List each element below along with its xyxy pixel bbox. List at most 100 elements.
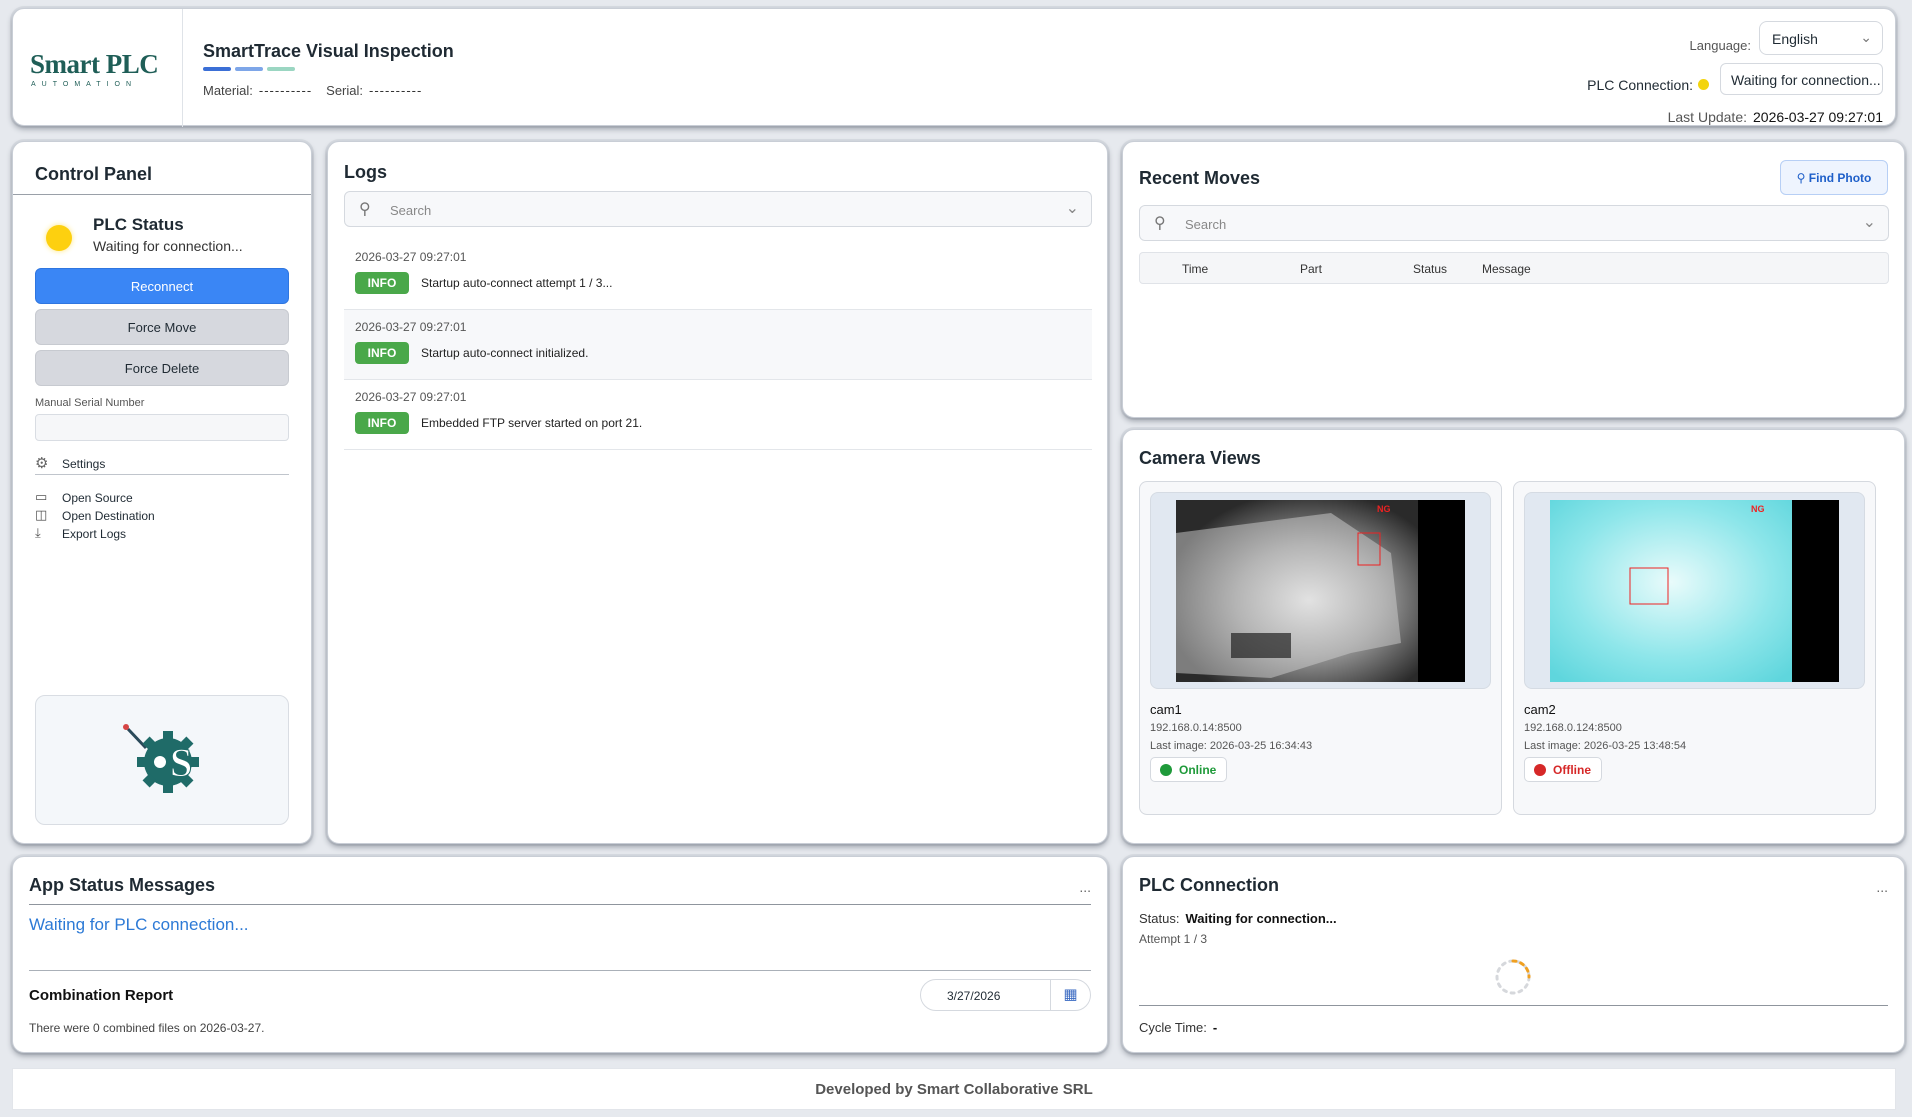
material-label: Material: <box>203 83 253 98</box>
log-message: Startup auto-connect attempt 1 / 3... <box>421 276 613 290</box>
offline-dot-icon <box>1534 764 1546 776</box>
plc-connection-status: Waiting for connection... <box>1720 63 1883 95</box>
moves-search-input[interactable]: ⚲ Search ⌄ <box>1139 205 1889 241</box>
column-header-status[interactable]: Status <box>1413 262 1447 276</box>
camera-frame: NG <box>1524 492 1865 689</box>
log-entry: 2026-03-27 09:27:01 INFO Embedded FTP se… <box>344 380 1092 450</box>
more-options-button[interactable]: ... <box>1876 879 1888 895</box>
control-panel-title: Control Panel <box>35 164 153 184</box>
cycle-time-value: - <box>1212 1020 1218 1035</box>
combination-date-value: 3/27/2026 <box>947 989 1001 1003</box>
combination-report-text: There were 0 combined files on 2026-03-2… <box>29 1021 265 1035</box>
gear-icon: ⚙ <box>35 455 49 472</box>
export-logs-label: Export Logs <box>62 527 127 541</box>
reconnect-button[interactable]: Reconnect <box>35 268 289 304</box>
camera-ip: 192.168.0.124:8500 <box>1524 722 1622 734</box>
recent-moves-title: Recent Moves <box>1139 168 1261 188</box>
settings-label: Settings <box>62 457 106 471</box>
force-move-button[interactable]: Force Move <box>35 309 289 345</box>
camera-views-title: Camera Views <box>1139 448 1261 468</box>
find-photo-label: Find Photo <box>1808 171 1872 185</box>
app-status-message: Waiting for PLC connection... <box>29 915 249 934</box>
combination-report-title: Combination Report <box>29 987 174 1004</box>
divider <box>1139 1005 1888 1006</box>
camera-last-image: Last image: 2026-03-25 13:48:54 <box>1524 740 1687 752</box>
svg-text:NG: NG <box>1377 504 1391 514</box>
language-select[interactable]: English ⌄ <box>1759 21 1883 55</box>
search-icon: ⚲ <box>359 201 371 218</box>
column-header-time[interactable]: Time <box>1182 262 1208 276</box>
plc-connection-status: Status: Waiting for connection... <box>1139 911 1337 926</box>
language-label: Language: <box>1689 38 1751 53</box>
camera-image[interactable]: NG <box>1151 493 1492 690</box>
plc-status-text: Waiting for connection... <box>93 238 243 254</box>
force-delete-button[interactable]: Force Delete <box>35 350 289 386</box>
search-icon: ⚲ <box>1154 215 1166 232</box>
plc-status-value: Waiting for connection... <box>1185 911 1337 926</box>
gear-emblem-icon: S <box>123 724 199 793</box>
camera-status-text: Offline <box>1553 763 1591 777</box>
plc-status-dot-icon <box>1698 79 1709 90</box>
serial-value: ---------- <box>369 83 423 98</box>
language-value: English <box>1772 31 1818 47</box>
moves-table-header: Time Part Status Message <box>1139 252 1889 284</box>
plc-status-label: Status: <box>1139 911 1180 926</box>
log-level-badge: INFO <box>355 342 409 364</box>
online-dot-icon <box>1160 764 1172 776</box>
plc-attempt: Attempt 1 / 3 <box>1139 932 1208 946</box>
logs-search-placeholder: Search <box>390 203 432 218</box>
last-update-value: 2026-03-27 09:27:01 <box>1753 109 1883 125</box>
manual-serial-label: Manual Serial Number <box>35 397 145 409</box>
logs-title: Logs <box>344 162 387 182</box>
plc-connection-panel: PLC Connection ... Status: Waiting for co… <box>1122 856 1905 1053</box>
camera-views-panel: Camera Views NG cam1 192.168.0.14:8500 L… <box>1122 429 1905 844</box>
plc-connection-title: PLC Connection <box>1139 875 1279 895</box>
camera-frame: NG <box>1150 492 1491 689</box>
app-title: SmartTrace Visual Inspection <box>203 41 454 61</box>
camera-name: cam1 <box>1150 702 1182 717</box>
column-header-message[interactable]: Message <box>1482 262 1531 276</box>
find-photo-button[interactable]: ⚲ Find Photo <box>1780 160 1888 195</box>
footer-text: Developed by Smart Collaborative SRL <box>815 1081 1093 1098</box>
brand-logo: Smart PLC AUTOMATION <box>13 9 183 127</box>
settings-toggle[interactable]: ⚙ Settings <box>35 455 289 475</box>
camera-status-badge: Online <box>1150 757 1228 782</box>
manual-serial-input[interactable] <box>35 414 289 441</box>
open-source-label: Open Source <box>62 491 133 505</box>
company-emblem: S <box>35 695 289 825</box>
calendar-icon[interactable]: ▦ <box>1050 980 1090 1010</box>
plc-connection-label: PLC Connection: <box>1587 77 1693 93</box>
material-serial-info: Material: ---------- Serial: ---------- <box>203 83 422 98</box>
camera-status-text: Online <box>1179 763 1217 777</box>
camera-card[interactable]: NG cam2 192.168.0.124:8500 Last image: 2… <box>1513 481 1876 815</box>
search-icon: ⚲ <box>1796 171 1806 185</box>
logs-search-input[interactable]: ⚲ Search ⌄ <box>344 191 1092 227</box>
column-header-part[interactable]: Part <box>1300 262 1322 276</box>
plc-status-indicator-icon <box>46 225 72 251</box>
log-level-badge: INFO <box>355 412 409 434</box>
divider <box>13 194 311 195</box>
chevron-down-icon[interactable]: ⌄ <box>1863 212 1876 232</box>
control-panel: Control Panel PLC Status Waiting for con… <box>12 141 312 844</box>
camera-image[interactable]: NG <box>1525 493 1866 690</box>
log-message: Embedded FTP server started on port 21. <box>421 416 643 430</box>
file-icon: ▭ <box>35 489 48 504</box>
footer: Developed by Smart Collaborative SRL <box>12 1068 1896 1110</box>
loading-spinner-icon <box>1495 959 1531 995</box>
download-icon: ⤓ <box>35 525 41 540</box>
log-level-badge: INFO <box>355 272 409 294</box>
camera-last-image: Last image: 2026-03-25 16:34:43 <box>1150 740 1313 752</box>
title-accent-bars <box>203 67 295 71</box>
more-options-button[interactable]: ... <box>1079 879 1091 895</box>
camera-card[interactable]: NG cam1 192.168.0.14:8500 Last image: 20… <box>1139 481 1502 815</box>
log-entry: 2026-03-27 09:27:01 INFO Startup auto-co… <box>344 240 1092 310</box>
logo-subtitle: AUTOMATION <box>31 81 138 88</box>
chevron-down-icon: ⌄ <box>1860 29 1872 45</box>
log-message: Startup auto-connect initialized. <box>421 346 589 360</box>
plc-status-title: PLC Status <box>93 215 184 234</box>
chevron-down-icon[interactable]: ⌄ <box>1066 198 1079 218</box>
divider <box>29 904 1091 905</box>
combination-date-picker[interactable]: 3/27/2026 ▦ <box>920 979 1091 1011</box>
log-time: 2026-03-27 09:27:01 <box>355 250 467 264</box>
cycle-time: Cycle Time: - <box>1139 1020 1217 1035</box>
